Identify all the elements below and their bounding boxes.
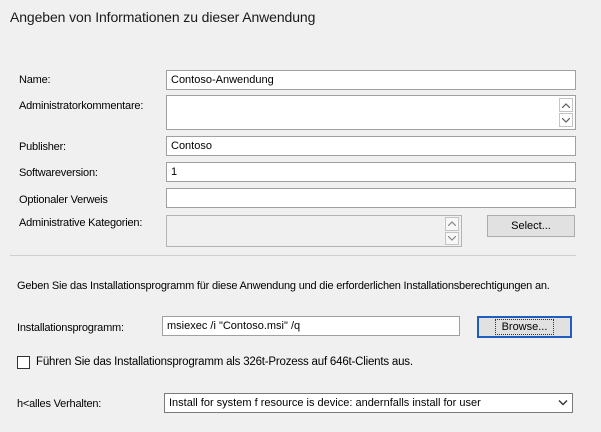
categories-list[interactable] [166,215,462,247]
run-32bit-checkbox-label: Führen Sie das Installationsprogramm als… [36,356,413,368]
behavior-label: h<alles Verhalten: [17,398,102,410]
categories-label: Administrative Kategorien: [19,217,143,229]
version-label: Softwareversion: [19,167,98,179]
scroll-up-icon[interactable] [445,217,459,231]
publisher-label: Publisher: [19,141,66,153]
categories-scrollbar[interactable] [445,217,459,245]
chevron-down-icon [558,400,568,406]
scroll-down-icon[interactable] [559,113,573,127]
installer-instruction: Geben Sie das Installationsprogramm für … [17,280,550,292]
run-32bit-checkbox[interactable] [17,356,30,369]
admin-comment-scrollbar[interactable] [559,98,573,127]
page-title: Angeben von Informationen zu dieser Anwe… [10,9,316,25]
optional-ref-label: Optionaler Verweis [19,194,108,206]
browse-button-label: Browse... [494,319,555,335]
scroll-up-icon[interactable] [559,98,573,112]
admin-comment-label: Administratorkommentare: [19,100,144,112]
select-button[interactable]: Select... [487,215,575,237]
installer-program-input[interactable]: msiexec /i "Contoso.msi" /q [162,316,460,336]
publisher-input[interactable]: Contoso [166,136,576,156]
name-input[interactable]: Contoso-Anwendung [166,70,576,90]
section-divider [10,255,576,256]
installer-program-label: Installationsprogramm: [17,322,124,334]
behavior-selected-value: Install for system f resource is device:… [169,397,481,409]
version-input[interactable]: 1 [166,162,576,182]
optional-ref-input[interactable] [166,188,576,208]
behavior-dropdown[interactable]: Install for system f resource is device:… [164,393,573,413]
browse-button[interactable]: Browse... [477,316,572,338]
scroll-down-icon[interactable] [445,231,459,245]
admin-comment-textarea[interactable] [166,95,576,130]
name-label: Name: [19,74,51,86]
